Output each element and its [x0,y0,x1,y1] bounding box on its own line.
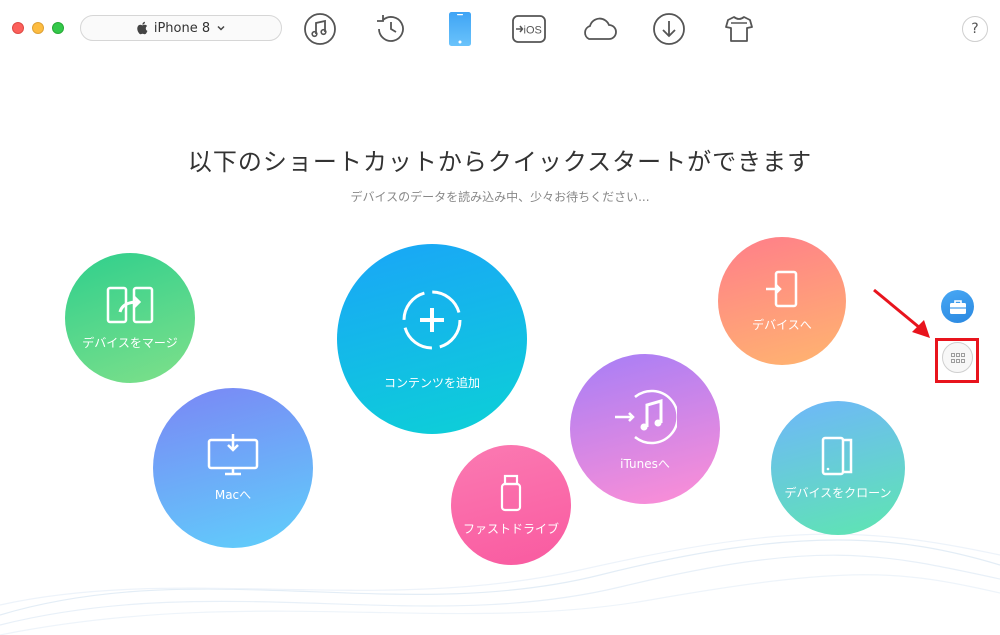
history-icon [377,15,404,42]
usb-drive-icon [500,474,522,511]
merge-devices-button[interactable]: デバイスをマージ [65,253,195,383]
device-name: iPhone 8 [153,20,211,36]
download-button[interactable] [650,10,688,48]
monitor-download-icon [207,433,259,475]
plus-icon [402,290,462,349]
help-button[interactable]: ? [962,16,988,42]
briefcase-icon [949,299,966,314]
history-button[interactable] [372,10,410,48]
add-content-button[interactable]: コンテンツを追加 [337,244,527,434]
cloud-button[interactable] [580,10,618,48]
to-mac-button[interactable]: Macへ [153,388,313,548]
chevron-down-icon [217,25,225,31]
music-button[interactable] [301,10,339,48]
tshirt-icon [725,16,753,42]
itunes-icon [615,389,677,444]
fast-drive-button[interactable]: ファストドライブ [451,445,571,565]
to-device-icon [766,270,798,307]
page-headline: 以下のショートカットからクイックスタートができます [187,148,813,176]
svg-text:iOS: iOS [524,25,542,37]
loading-status: デバイスのデータを読み込み中、少々お待ちください... [350,190,650,204]
main-panel: 以下のショートカットからクイックスタートができます デバイスのデータを読み込み中… [0,58,1000,635]
title-bar: iPhone 8 iOS ? [0,0,1000,58]
device-selector[interactable]: iPhone 8 [80,15,282,41]
red-arrow-annotation [873,288,930,338]
help-label: ? [971,21,979,37]
clone-label: デバイスをクローン [784,485,892,500]
add-content-label: コンテンツを追加 [383,375,480,390]
close-window-button[interactable] [12,22,24,34]
to-itunes-label: iTunesへ [620,456,670,471]
fast-drive-label: ファストドライブ [462,521,559,536]
ios-transfer-button[interactable]: iOS [510,10,548,48]
ios-transfer-icon: iOS [512,15,546,43]
download-icon [653,13,685,45]
phone-icon [449,12,471,46]
toolkit-button[interactable] [720,10,758,48]
clone-device-button[interactable]: デバイスをクローン [771,401,905,535]
toolbox-button[interactable] [941,290,974,323]
to-itunes-button[interactable]: iTunesへ [570,354,720,504]
to-device-label: デバイスへ [752,317,812,332]
device-button[interactable] [441,10,479,48]
clone-icon [821,436,853,475]
minimize-window-button[interactable] [32,22,44,34]
to-device-button[interactable]: デバイスへ [718,237,846,365]
apple-icon [137,21,148,35]
cloud-icon [584,17,617,40]
highlight-annotation-box [935,338,979,383]
music-icon [304,13,336,45]
to-mac-label: Macへ [214,487,252,502]
maximize-window-button[interactable] [52,22,64,34]
merge-icon [106,286,154,323]
merge-label: デバイスをマージ [82,335,178,350]
